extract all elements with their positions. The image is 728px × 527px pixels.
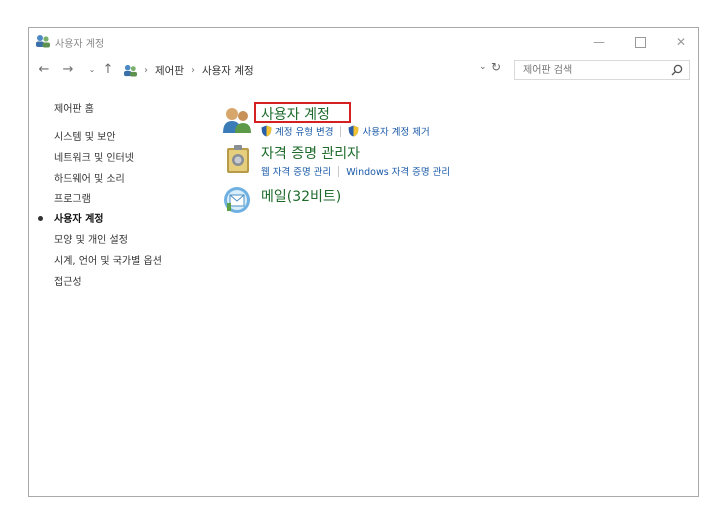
sidebar-item-clock-language-region[interactable]: 시계, 언어 및 국가별 옵션 (54, 252, 162, 267)
search-input[interactable] (521, 63, 665, 77)
maximize-icon (634, 37, 646, 48)
manage-web-credentials-link[interactable]: 웹 자격 증명 관리 (261, 164, 331, 178)
close-button[interactable]: ✕ (666, 32, 696, 52)
link-divider (338, 165, 340, 177)
search-box[interactable] (514, 60, 690, 80)
up-button[interactable]: ↑ (99, 60, 117, 80)
address-bar[interactable]: › 제어판 › 사용자 계정 (121, 60, 509, 80)
sidebar-item-network-internet[interactable]: 네트워크 및 인터넷 (54, 149, 134, 164)
breadcrumb-user-accounts[interactable]: 사용자 계정 (202, 63, 254, 78)
mail-icon (224, 187, 250, 213)
uac-shield-icon (261, 125, 272, 137)
address-dropdown-button[interactable]: ⌄ (479, 62, 487, 72)
refresh-button[interactable]: ↻ (491, 60, 501, 74)
minimize-button[interactable]: — (584, 32, 614, 52)
sidebar-item-programs[interactable]: 프로그램 (54, 190, 91, 205)
breadcrumb-separator: › (190, 64, 195, 76)
category-title-mail[interactable]: 메일(32비트) (261, 186, 341, 206)
sidebar-item-control-panel-home[interactable]: 제어판 홈 (54, 100, 94, 115)
link-divider (340, 125, 342, 137)
manage-windows-credentials-link[interactable]: Windows 자격 증명 관리 (346, 164, 450, 178)
uac-shield-icon (348, 125, 359, 137)
sidebar-item-appearance[interactable]: 모양 및 개인 설정 (54, 231, 128, 246)
category-title-user-accounts[interactable]: 사용자 계정 (261, 104, 330, 124)
user-accounts-icon (36, 35, 50, 48)
category-links-credential-manager: 웹 자격 증명 관리 Windows 자격 증명 관리 (261, 164, 450, 178)
sidebar-item-system-security[interactable]: 시스템 및 보안 (54, 128, 116, 143)
credential-manager-icon (227, 145, 249, 173)
control-panel-window: 사용자 계정 — ✕ ← → ⌄ ↑ › 제어판 › 사용자 계정 ⌄ ↻ 제어… (28, 27, 699, 497)
breadcrumb-separator: › (144, 64, 148, 76)
sidebar-item-ease-of-access[interactable]: 접근성 (54, 273, 82, 288)
category-title-credential-manager[interactable]: 자격 증명 관리자 (261, 143, 360, 163)
change-account-type-link[interactable]: 계정 유형 변경 (275, 124, 333, 138)
sidebar-item-hardware-sound[interactable]: 하드웨어 및 소리 (54, 170, 125, 185)
maximize-button[interactable] (625, 32, 655, 52)
sidebar-item-user-accounts[interactable]: 사용자 계정 (54, 210, 103, 225)
user-accounts-icon (223, 108, 251, 133)
window-title: 사용자 계정 (55, 39, 105, 50)
forward-button[interactable]: → (59, 60, 77, 80)
navigation-bar: ← → ⌄ ↑ › 제어판 › 사용자 계정 ⌄ ↻ (29, 58, 698, 82)
title-bar: 사용자 계정 — ✕ (29, 28, 698, 56)
category-links-user-accounts: 계정 유형 변경 사용자 계정 제거 (261, 124, 430, 138)
current-item-bullet (38, 216, 43, 221)
search-icon (671, 64, 683, 76)
remove-user-accounts-link[interactable]: 사용자 계정 제거 (362, 124, 429, 138)
back-button[interactable]: ← (35, 60, 53, 80)
breadcrumb-control-panel[interactable]: 제어판 (155, 63, 184, 78)
user-accounts-icon (124, 64, 137, 77)
